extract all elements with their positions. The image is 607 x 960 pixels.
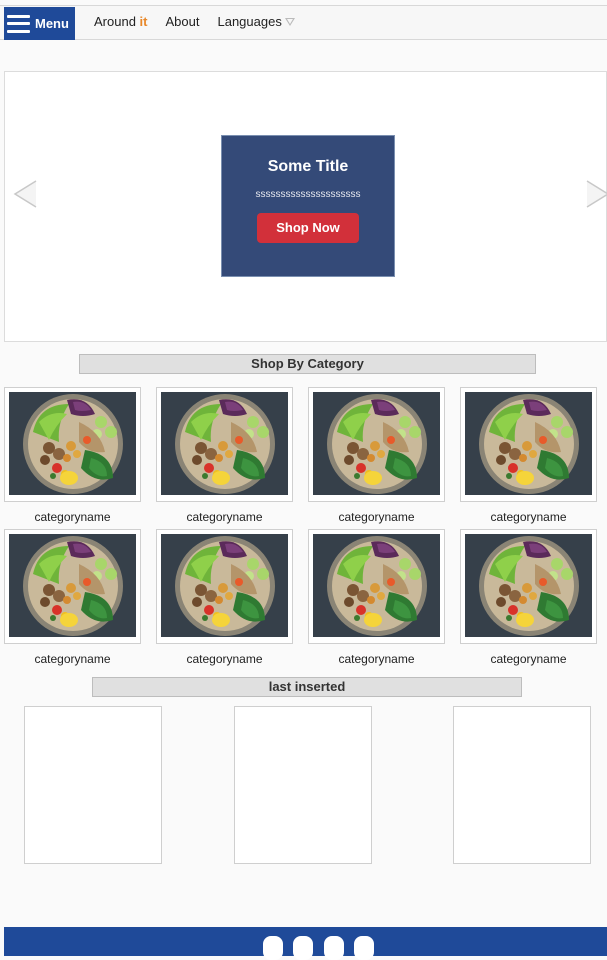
menu-button[interactable]: Menu <box>4 7 75 40</box>
category-image-frame <box>460 387 597 502</box>
nav-links: Around it About Languages <box>94 14 313 29</box>
category-name: categoryname <box>338 652 415 666</box>
category-image-frame <box>460 529 597 644</box>
last-inserted-card[interactable] <box>234 706 372 864</box>
category-image <box>313 392 440 495</box>
top-nav-bar: Menu Around it About Languages <box>0 5 607 40</box>
menu-label: Menu <box>35 16 69 31</box>
category-image-frame <box>156 529 293 644</box>
footer-dot[interactable] <box>263 936 283 960</box>
category-name: categoryname <box>34 652 111 666</box>
chevron-left-icon[interactable] <box>12 179 38 209</box>
slide-title: Some Title <box>267 158 349 175</box>
last-inserted-heading: last inserted <box>92 677 522 697</box>
category-image-frame <box>4 529 141 644</box>
shop-by-category-heading: Shop By Category <box>79 354 536 374</box>
slide-subtitle: sssssssssssssssssssss <box>255 189 361 200</box>
hamburger-icon <box>7 14 30 33</box>
category-card[interactable]: categoryname <box>460 387 597 524</box>
category-image-frame <box>156 387 293 502</box>
category-card[interactable]: categoryname <box>156 387 293 524</box>
category-name: categoryname <box>186 510 263 524</box>
category-image <box>161 392 288 495</box>
footer-dot[interactable] <box>293 936 313 960</box>
category-card[interactable]: categoryname <box>156 529 293 666</box>
languages-label: Languages <box>217 14 282 29</box>
category-image-frame <box>308 529 445 644</box>
slide-card: Some Title sssssssssssssssssssss Shop No… <box>221 135 395 277</box>
category-card[interactable]: categoryname <box>308 387 445 524</box>
category-image-frame <box>4 387 141 502</box>
category-image <box>9 534 136 637</box>
category-name: categoryname <box>338 510 415 524</box>
nav-link-languages[interactable]: Languages <box>217 14 295 29</box>
category-name: categoryname <box>34 510 111 524</box>
chevron-right-icon[interactable] <box>585 179 607 209</box>
brand-prefix: Around <box>94 14 136 29</box>
footer-bar <box>4 927 607 960</box>
category-image <box>161 534 288 637</box>
category-image <box>465 392 592 495</box>
last-inserted-card[interactable] <box>24 706 162 864</box>
category-image <box>465 534 592 637</box>
shop-now-button[interactable]: Shop Now <box>257 213 359 243</box>
brand-accent: it <box>139 14 148 29</box>
category-card[interactable]: categoryname <box>4 529 141 666</box>
last-inserted-card[interactable] <box>453 706 591 864</box>
category-image <box>9 392 136 495</box>
category-card[interactable]: categoryname <box>4 387 141 524</box>
hero-carousel: Some Title sssssssssssssssssssss Shop No… <box>4 71 607 342</box>
category-card[interactable]: categoryname <box>460 529 597 666</box>
category-name: categoryname <box>490 510 567 524</box>
category-image-frame <box>308 387 445 502</box>
footer-dot[interactable] <box>354 936 374 960</box>
category-name: categoryname <box>186 652 263 666</box>
category-card[interactable]: categoryname <box>308 529 445 666</box>
dropdown-triangle-icon <box>284 17 295 26</box>
nav-link-about[interactable]: About <box>166 14 200 29</box>
category-image <box>313 534 440 637</box>
nav-link-home[interactable]: Around it <box>94 14 148 29</box>
category-name: categoryname <box>490 652 567 666</box>
footer-dot[interactable] <box>324 936 344 960</box>
